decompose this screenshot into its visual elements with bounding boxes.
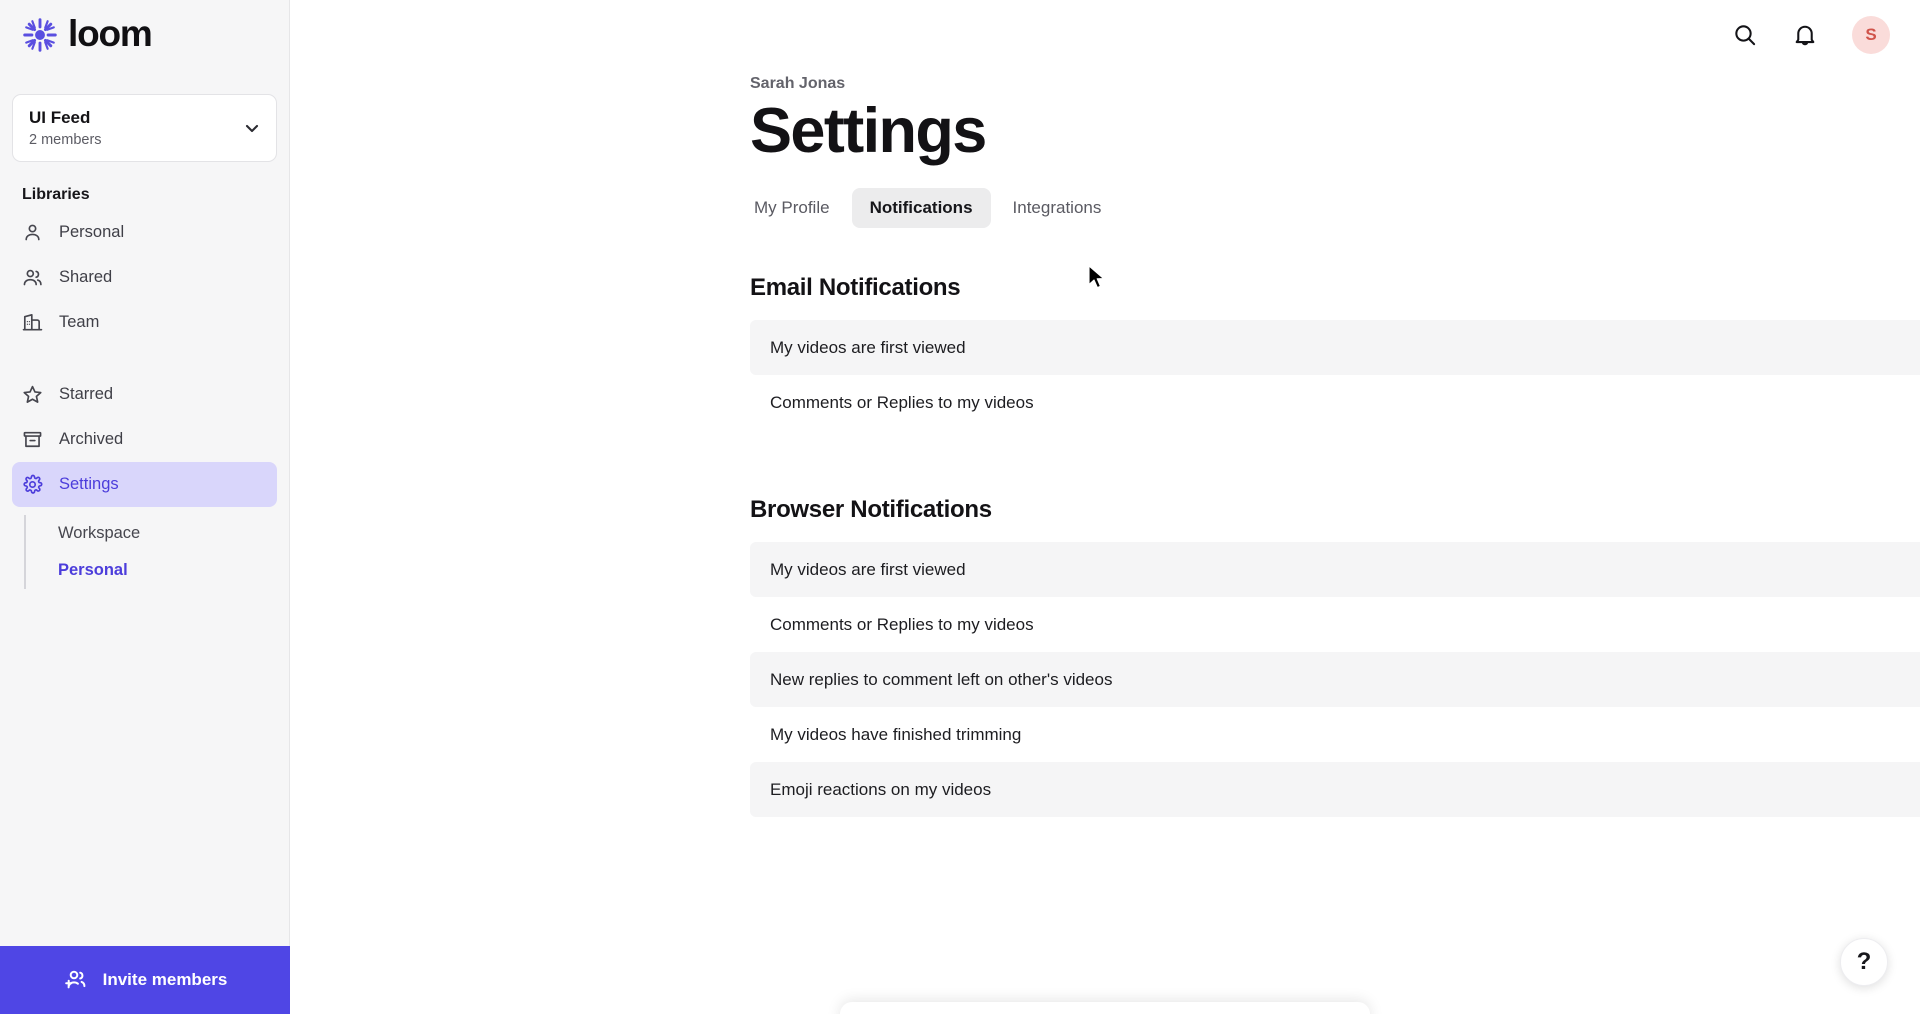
- people-icon: [22, 267, 43, 288]
- workspace-name: UI Feed: [29, 108, 91, 128]
- workspace-members: 2 members: [29, 131, 102, 148]
- sidebar-item-shared[interactable]: Shared: [12, 255, 277, 300]
- page-eyebrow: Sarah Jonas: [750, 75, 846, 92]
- bell-icon[interactable]: [1792, 22, 1818, 48]
- sidebar-item-starred[interactable]: Starred: [12, 372, 277, 417]
- archive-box-icon: [22, 429, 43, 450]
- notification-label: Comments or Replies to my videos: [770, 392, 1034, 412]
- tab-my-profile[interactable]: My Profile: [736, 188, 848, 228]
- sidebar-item-label: Personal: [59, 223, 125, 241]
- notification-row: Comments or Replies to my videos: [750, 375, 1920, 430]
- sidebar-item-label: Settings: [59, 475, 119, 493]
- brand-name: loom: [68, 13, 153, 54]
- email-notifications-rows: My videos are first viewed Comments or R…: [750, 320, 1920, 430]
- tab-integrations[interactable]: Integrations: [995, 188, 1120, 228]
- brand-logo[interactable]: loom: [0, 0, 289, 70]
- notification-label: My videos are first viewed: [770, 337, 966, 357]
- person-icon: [22, 222, 43, 243]
- sidebar-item-settings[interactable]: Settings: [12, 462, 277, 507]
- notification-row: My videos have finished trimming: [750, 707, 1920, 762]
- building-icon: [22, 312, 43, 333]
- notification-row: My videos are first viewed: [750, 542, 1920, 598]
- invite-members-label: Invite members: [102, 970, 228, 989]
- sidebar: loom UI Feed 2 members Libraries Persona…: [0, 0, 290, 1014]
- notification-label: My videos have finished trimming: [770, 724, 1022, 744]
- browser-notifications-rows: My videos are first viewed Comments or R…: [750, 542, 1920, 818]
- avatar[interactable]: S: [1852, 16, 1890, 54]
- settings-page: Sarah Jonas Settings My Profile Notifica…: [290, 70, 1920, 818]
- sidebar-divider-gap: [0, 345, 289, 372]
- help-button[interactable]: ?: [1840, 938, 1888, 986]
- notification-label: My videos are first viewed: [770, 559, 966, 579]
- loom-starburst-icon: [22, 17, 58, 53]
- notification-row: Emoji reactions on my videos: [750, 762, 1920, 818]
- sidebar-item-archived[interactable]: Archived: [12, 417, 277, 462]
- invite-members-button[interactable]: Invite members: [0, 946, 290, 1014]
- settings-subnav: Workspace Personal: [24, 515, 289, 589]
- tab-notifications[interactable]: Notifications: [851, 188, 991, 229]
- main-content: S Sarah Jonas Settings My Profile Notifi…: [290, 0, 1920, 1014]
- notification-label: New replies to comment left on other's v…: [770, 669, 1113, 689]
- add-person-icon: [63, 968, 87, 992]
- workspace-switcher[interactable]: UI Feed 2 members: [12, 94, 277, 162]
- sidebar-item-label: Team: [59, 313, 100, 331]
- browser-notifications-heading: Browser Notifications: [750, 496, 992, 524]
- gear-icon: [22, 474, 43, 495]
- bottom-sheet-peek: [840, 1002, 1370, 1014]
- page-title: Settings: [750, 96, 987, 166]
- star-icon: [22, 384, 43, 405]
- search-icon[interactable]: [1732, 22, 1758, 48]
- sidebar-item-label: Starred: [59, 385, 114, 403]
- subnav-item-personal[interactable]: Personal: [46, 552, 289, 589]
- chevron-down-icon: [244, 120, 260, 136]
- settings-tabs: My Profile Notifications Integrations: [736, 188, 1920, 229]
- question-mark-icon: ?: [1856, 948, 1872, 975]
- email-notifications-heading: Email Notifications: [750, 274, 961, 302]
- notification-label: Emoji reactions on my videos: [770, 779, 992, 799]
- app-root: loom UI Feed 2 members Libraries Persona…: [0, 0, 1920, 1014]
- notification-row: New replies to comment left on other's v…: [750, 652, 1920, 708]
- sidebar-item-personal[interactable]: Personal: [12, 210, 277, 255]
- notification-row: Comments or Replies to my videos: [750, 597, 1920, 652]
- notification-row: My videos are first viewed: [750, 320, 1920, 376]
- sidebar-item-label: Archived: [59, 430, 124, 448]
- libraries-section-label: Libraries: [22, 186, 90, 203]
- subnav-item-workspace[interactable]: Workspace: [46, 515, 289, 552]
- sidebar-item-label: Shared: [59, 268, 113, 286]
- topbar: S: [290, 0, 1920, 70]
- notification-label: Comments or Replies to my videos: [770, 614, 1034, 634]
- sidebar-item-team[interactable]: Team: [12, 300, 277, 345]
